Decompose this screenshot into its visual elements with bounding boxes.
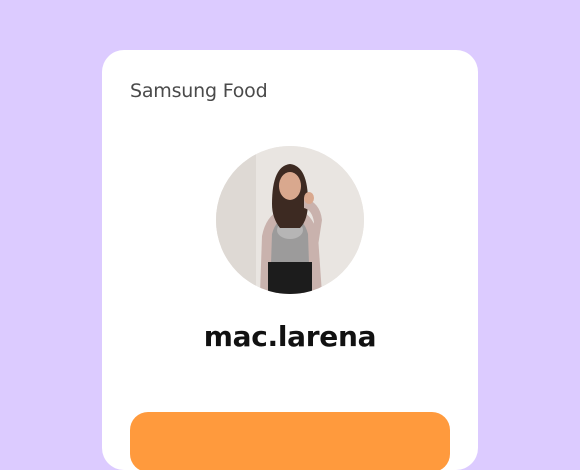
brand-name: Samsung Food bbox=[130, 80, 268, 102]
avatar bbox=[216, 146, 364, 294]
avatar-photo bbox=[216, 146, 364, 294]
primary-action-button[interactable] bbox=[130, 412, 450, 470]
username: mac.larena bbox=[203, 320, 377, 353]
profile-card: Samsung Food mac.larena bbox=[102, 50, 478, 470]
